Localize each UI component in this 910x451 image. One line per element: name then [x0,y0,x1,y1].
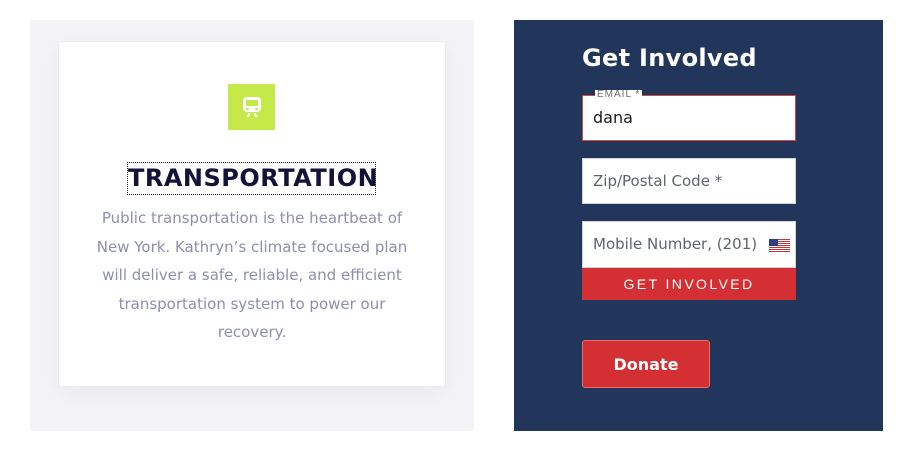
us-flag-icon[interactable] [769,239,790,252]
zip-field[interactable]: Zip/Postal Code * [582,158,796,204]
get-involved-form: Get Involved EMAIL * dana Zip/Postal Cod… [514,20,883,431]
mobile-field[interactable]: Mobile Number, (201) [582,221,796,268]
zip-placeholder: Zip/Postal Code * [593,172,723,190]
email-value[interactable]: dana [593,108,633,127]
train-icon [228,84,275,130]
get-involved-button[interactable]: GET INVOLVED [582,268,796,300]
email-label: EMAIL * [595,89,643,100]
card-description: Public transportation is the heartbeat o… [96,209,408,342]
mobile-placeholder: Mobile Number, (201) [593,235,758,253]
issue-card-transportation: TRANSPORTATION Public transportation is … [58,41,446,387]
form-heading: Get Involved [582,44,757,72]
email-field[interactable]: EMAIL * dana [582,90,796,141]
card-title: TRANSPORTATION [127,162,379,195]
donate-button[interactable]: Donate [582,340,710,388]
issues-section: TRANSPORTATION Public transportation is … [30,20,474,431]
